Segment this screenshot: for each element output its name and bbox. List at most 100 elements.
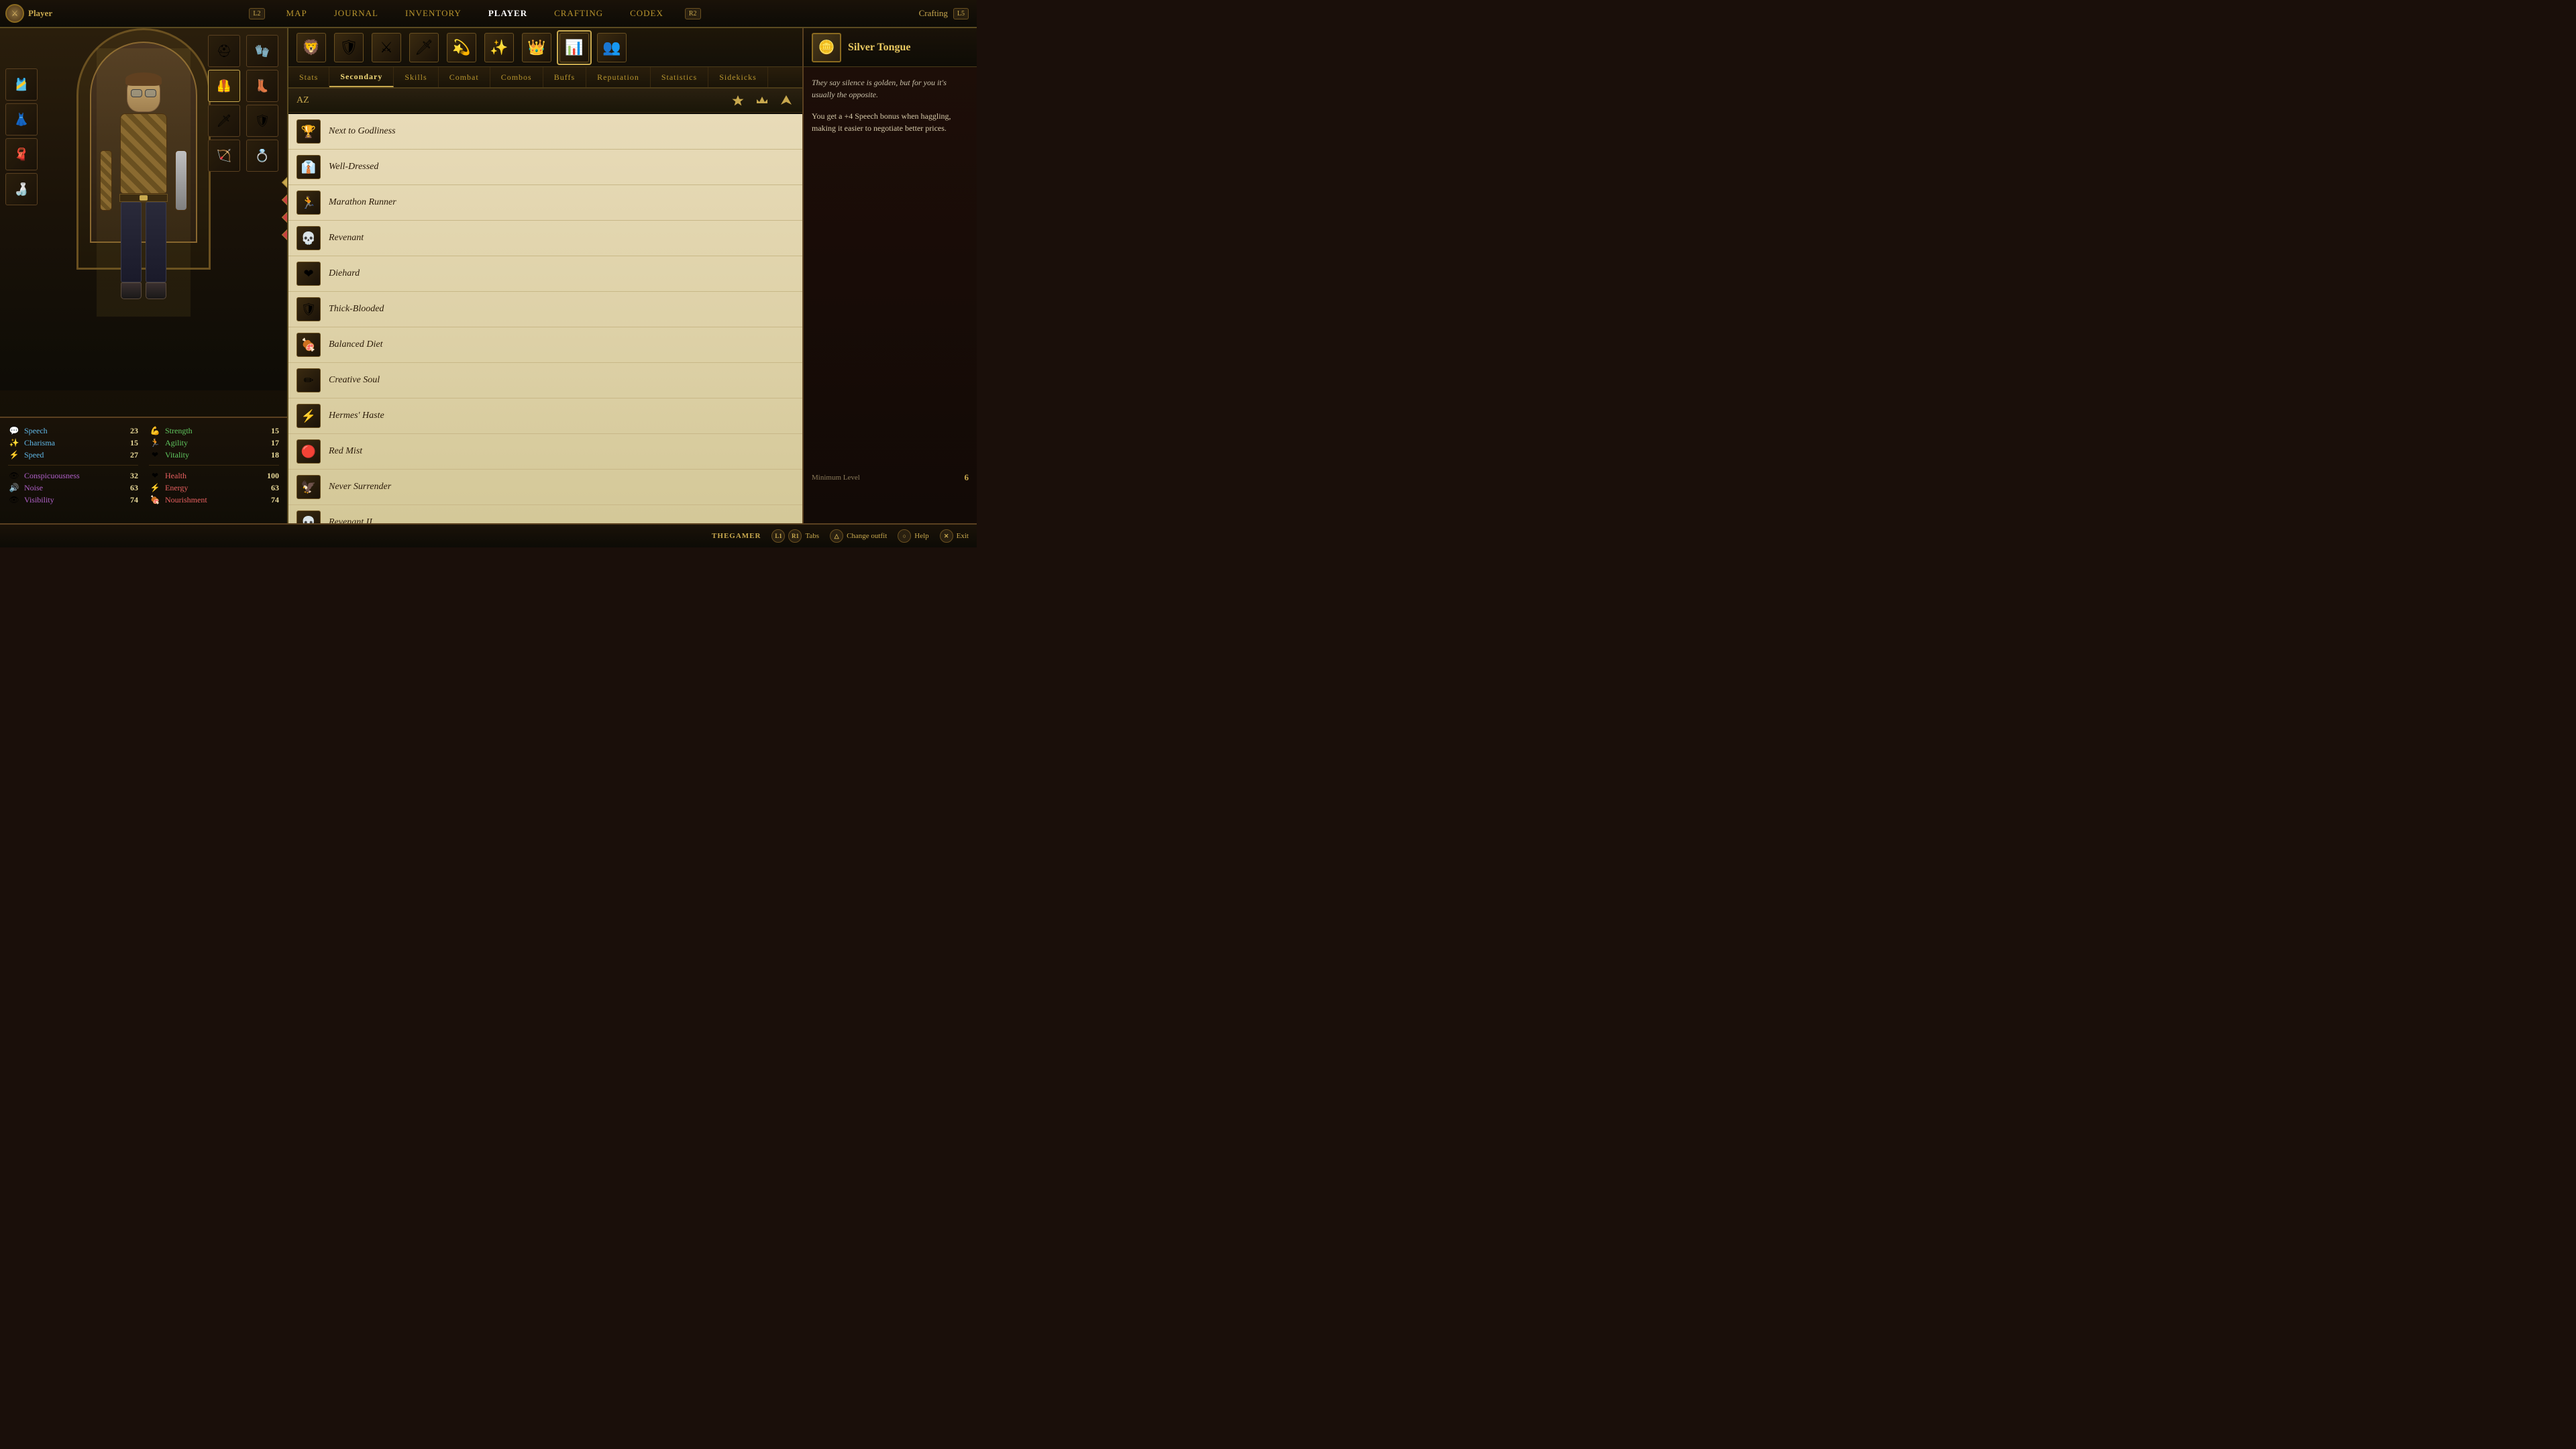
perk-icon-hermes-haste: ⚡ [297,404,321,428]
equip-slot-6[interactable]: 🛡 [246,105,278,137]
perk-name-thick-blooded: Thick-Blooded [329,304,384,315]
tab-icon-skills[interactable]: ⚔ [369,30,404,65]
tab-icon-reputation[interactable]: 👑 [519,30,554,65]
diamond-btn-2[interactable] [282,191,287,209]
stats-column-right: 💪 Strength 15 🏃 Agility 17 ❤ Vitality 18… [149,425,279,506]
strength-label: Strength [165,426,256,436]
perk-next-to-godliness[interactable]: 🏆 Next to Godliness [288,114,802,150]
nav-l2-btn[interactable]: L2 [249,8,264,19]
nav-codex[interactable]: CODEX [625,5,669,21]
stat-conspicuousness: 👁 Conspicuousness 32 [8,470,138,482]
char-glasses [131,89,156,97]
nav-map[interactable]: MAP [281,5,313,21]
diamond-btn-4[interactable] [282,225,287,244]
perk-list-scroll[interactable]: 🏆 Next to Godliness 👔 Well-Dressed 🏃 Mar… [288,114,802,523]
tab-buffs[interactable]: Buffs [543,67,586,87]
equip-slot-7[interactable]: 🏹 [208,140,240,172]
char-leg-left [121,202,142,282]
tab-icon-combos[interactable]: 💫 [444,30,479,65]
tab-icon-statistics[interactable]: 📊 [557,30,592,65]
speech-label: Speech [24,426,115,436]
tab-icon-buffs[interactable]: ✨ [482,30,517,65]
conspicuousness-label: Conspicuousness [24,471,115,481]
perk-revenant[interactable]: 💀 Revenant [288,221,802,256]
character-display: ⛑ 🧤 🦺 👢 🗡 🛡 🏹 💍 🎽 👗 🧣 🍶 [0,28,287,390]
equip-slot-8[interactable]: 💍 [246,140,278,172]
char-boots [121,282,166,299]
triangle-button[interactable]: △ [830,529,843,543]
equip-slot-left-3[interactable]: 🧣 [5,138,38,170]
circle-button[interactable]: ○ [898,529,911,543]
crafting-label: Crafting [919,8,948,19]
perk-well-dressed[interactable]: 👔 Well-Dressed [288,150,802,185]
player-icon: ⚔ [5,4,24,23]
equip-slot-4[interactable]: 👢 [246,70,278,102]
perk-thick-blooded[interactable]: 🛡 Thick-Blooded [288,292,802,327]
filter-crown-icon[interactable] [754,93,770,109]
perk-name-well-dressed: Well-Dressed [329,162,378,172]
cross-button[interactable]: ✕ [940,529,953,543]
tab-sidekicks[interactable]: Sidekicks [708,67,768,87]
help-change-outfit: △ Change outfit [830,529,887,543]
perk-balanced-diet[interactable]: 🍖 Balanced Diet [288,327,802,363]
equipment-grid-left: 🎽 👗 🧣 🍶 [5,68,38,205]
nav-inventory[interactable]: INVENTORY [400,5,467,21]
char-legs [121,202,166,282]
nav-crafting[interactable]: CRAFTING [549,5,608,21]
equip-slot-5[interactable]: 🗡 [208,105,240,137]
nav-r2-btn[interactable]: R2 [685,8,701,19]
tab-stats[interactable]: Stats [288,67,329,87]
equip-slot-left-4[interactable]: 🍶 [5,173,38,205]
tab-statistics[interactable]: Statistics [651,67,708,87]
tab-secondary[interactable]: Secondary [329,67,394,87]
stat-visibility: 👁 Visibility 74 [8,494,138,506]
stat-separator [8,465,138,466]
health-value: 100 [260,471,279,481]
energy-value: 63 [260,483,279,493]
nourishment-value: 74 [260,495,279,505]
perk-creative-soul[interactable]: ✏ Creative Soul [288,363,802,398]
tab-icon-combat[interactable]: 🗡 [407,30,441,65]
perk-red-mist[interactable]: 🔴 Red Mist [288,434,802,470]
tab-icon-stats[interactable]: 🦁 [294,30,329,65]
statistics-icon: 📊 [559,33,589,62]
perk-marathon-runner[interactable]: 🏃 Marathon Runner [288,185,802,221]
help-tabs: L1 R1 Tabs [771,529,819,543]
nav-journal[interactable]: JOURNAL [329,5,384,21]
right-panel: 🪙 Silver Tongue They say silence is gold… [802,28,977,523]
tab-combat[interactable]: Combat [439,67,490,87]
noise-label: Noise [24,483,115,493]
equip-slot-2[interactable]: 🧤 [246,35,278,67]
perk-hermes-haste[interactable]: ⚡ Hermes' Haste [288,398,802,434]
stat-strength: 💪 Strength 15 [149,425,279,437]
tab-icon-sidekicks[interactable]: 👥 [594,30,629,65]
tab-reputation[interactable]: Reputation [586,67,651,87]
noise-value: 63 [119,483,138,493]
equip-slot-1[interactable]: ⛑ [208,35,240,67]
perk-never-surrender[interactable]: 🦅 Never Surrender [288,470,802,505]
perk-icon-next-godliness: 🏆 [297,119,321,144]
diamond-btn-3[interactable] [282,208,287,227]
perk-revenant-ii[interactable]: 💀 Revenant II [288,505,802,523]
tab-skills[interactable]: Skills [394,67,438,87]
perk-diehard[interactable]: ❤ Diehard [288,256,802,292]
equip-slot-3[interactable]: 🦺 [208,70,240,102]
stats-icon: 🦁 [297,33,326,62]
filter-arrow-icon[interactable] [778,93,794,109]
diamond-btn-1[interactable] [282,173,287,192]
tab-combos[interactable]: Combos [490,67,543,87]
r1-button[interactable]: R1 [788,529,802,543]
strength-value: 15 [260,426,279,436]
equip-slot-left-1[interactable]: 🎽 [5,68,38,101]
nav-player[interactable]: PLAYER [483,5,533,21]
noise-icon: 🔊 [8,482,20,494]
equip-slot-left-2[interactable]: 👗 [5,103,38,136]
perk-name-red-mist: Red Mist [329,446,362,457]
crafting-key-btn[interactable]: L5 [953,8,969,19]
perk-name-diehard: Diehard [329,268,360,279]
l1-button[interactable]: L1 [771,529,785,543]
filter-az[interactable]: AZ [297,95,309,106]
charisma-icon: ✨ [8,437,20,449]
filter-star-icon[interactable] [730,93,746,109]
tab-icon-secondary[interactable]: 🛡 [331,30,366,65]
